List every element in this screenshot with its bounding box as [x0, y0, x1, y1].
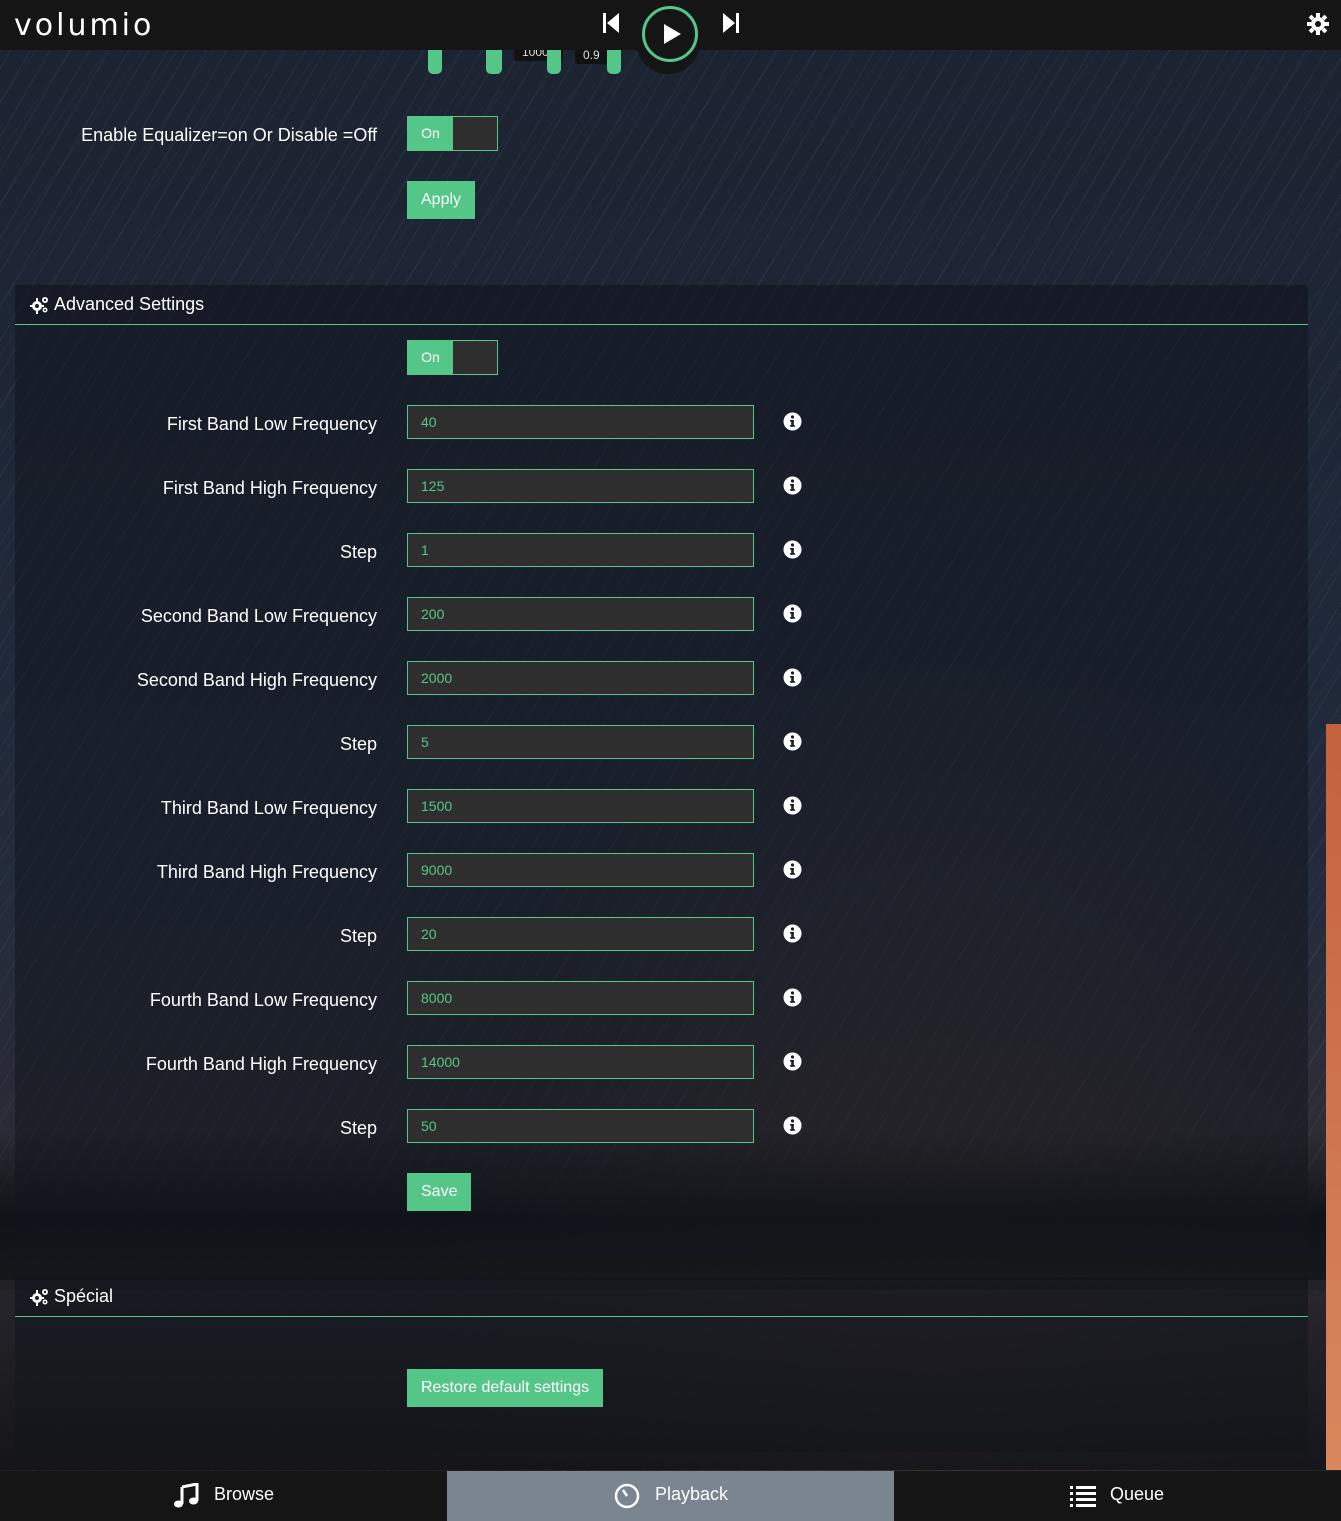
eq-slider[interactable] [547, 48, 561, 74]
field-label: Second Band High Frequency [136, 670, 377, 690]
info-icon[interactable] [783, 476, 802, 495]
play-button[interactable] [642, 6, 698, 62]
field-label: First Band High Frequency [162, 478, 377, 498]
field-label: Second Band Low Frequency [140, 606, 377, 626]
field-label: Third Band High Frequency [156, 862, 377, 882]
enable-equalizer-label: Enable Equalizer=on Or Disable =Off [81, 125, 377, 145]
advanced-settings-toggle[interactable]: On [407, 340, 498, 375]
eq-slider[interactable] [428, 48, 442, 74]
skip-forward-icon[interactable] [720, 11, 742, 35]
gears-icon [30, 297, 48, 314]
info-icon[interactable] [783, 860, 802, 879]
field-label: Step [339, 734, 377, 754]
advanced-settings-title: Advanced Settings [54, 294, 205, 314]
eq-slider[interactable] [486, 48, 502, 74]
field-input[interactable]: 1 [407, 533, 754, 567]
special-panel [15, 1316, 1308, 1452]
equalizer-sliders-peek: 10000 0.9 [420, 43, 630, 78]
gear-icon[interactable] [1307, 13, 1329, 35]
field-label: Fourth Band Low Frequency [149, 990, 377, 1010]
eq-slider[interactable] [607, 48, 621, 74]
special-title: Spécial [54, 1286, 114, 1306]
info-icon[interactable] [783, 796, 802, 815]
info-icon[interactable] [783, 988, 802, 1007]
tab-queue-label: Queue [1110, 1484, 1165, 1504]
field-input[interactable]: 14000 [407, 1045, 754, 1079]
field-label: Step [339, 542, 377, 562]
bottom-nav: Browse Playback Queue [0, 1471, 1341, 1521]
field-input[interactable]: 20 [407, 917, 754, 951]
top-bar: volumio [0, 0, 1341, 74]
tab-browse[interactable]: Browse [0, 1471, 447, 1521]
toggle-on-label: On [408, 117, 453, 150]
apply-button[interactable]: Apply [407, 181, 476, 219]
field-input[interactable]: 40 [407, 405, 754, 439]
transport-controls [600, 0, 745, 74]
field-input[interactable]: 9000 [407, 853, 754, 887]
advanced-settings-header: Advanced Settings [15, 285, 1308, 325]
field-input[interactable]: 2000 [407, 661, 754, 695]
info-icon[interactable] [783, 924, 802, 943]
info-icon[interactable] [783, 412, 802, 431]
field-input[interactable]: 50 [407, 1109, 754, 1143]
info-icon[interactable] [783, 1116, 802, 1135]
field-label: Step [339, 926, 377, 946]
special-header: Spécial [15, 1277, 1308, 1317]
enable-equalizer-toggle[interactable]: On [407, 116, 498, 151]
info-icon[interactable] [783, 604, 802, 623]
info-icon[interactable] [783, 540, 802, 559]
field-label: Fourth Band High Frequency [145, 1054, 377, 1074]
list-icon [1070, 1486, 1096, 1507]
field-input[interactable]: 8000 [407, 981, 754, 1015]
play-icon [664, 24, 681, 44]
gears-icon [30, 1289, 48, 1306]
toggle-on-label: On [408, 341, 453, 374]
skip-back-icon[interactable] [600, 11, 622, 35]
field-input[interactable]: 1500 [407, 789, 754, 823]
restore-default-button[interactable]: Restore default settings [407, 1369, 604, 1407]
info-icon[interactable] [783, 1052, 802, 1071]
field-label: Step [339, 1118, 377, 1138]
tab-playback-label: Playback [655, 1484, 729, 1504]
tab-browse-label: Browse [214, 1484, 275, 1504]
tab-queue[interactable]: Queue [894, 1471, 1341, 1521]
field-input[interactable]: 5 [407, 725, 754, 759]
app-logo[interactable]: volumio [14, 8, 154, 43]
tab-playback[interactable]: Playback [447, 1471, 894, 1521]
scrollbar-thumb[interactable] [1326, 724, 1341, 1470]
field-input[interactable]: 125 [407, 469, 754, 503]
save-button[interactable]: Save [407, 1173, 472, 1211]
field-input[interactable]: 200 [407, 597, 754, 631]
info-icon[interactable] [783, 668, 802, 687]
clock-icon [614, 1483, 640, 1509]
field-label: First Band Low Frequency [166, 414, 377, 434]
info-icon[interactable] [783, 732, 802, 751]
field-label: Third Band Low Frequency [160, 798, 377, 818]
music-note-icon [174, 1483, 199, 1508]
